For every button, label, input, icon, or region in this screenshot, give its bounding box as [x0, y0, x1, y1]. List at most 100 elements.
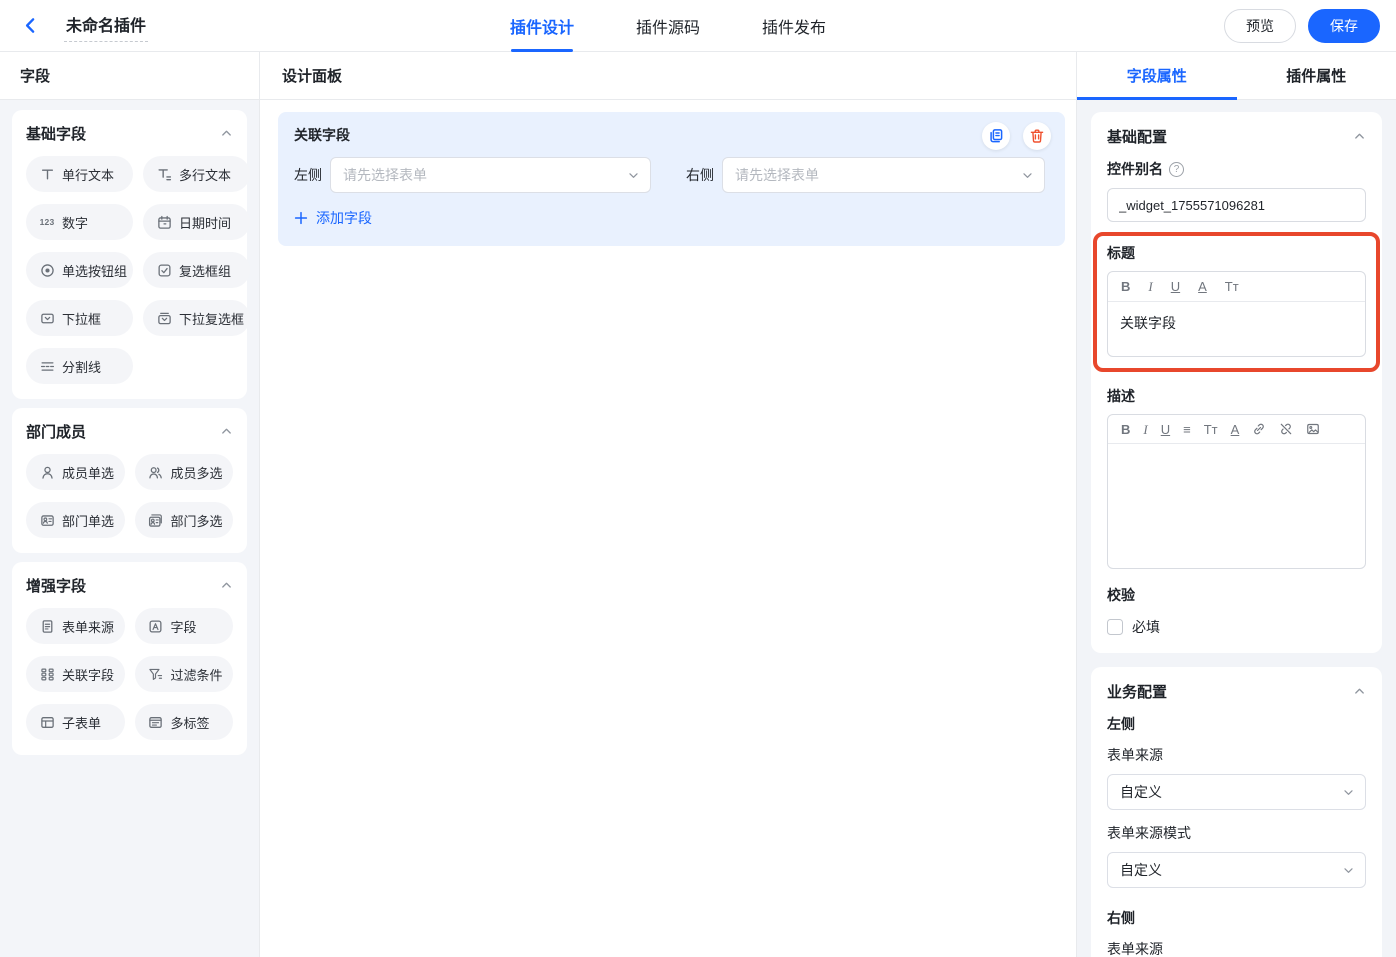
member-multi-icon — [148, 465, 164, 480]
preview-button[interactable]: 预览 — [1224, 8, 1296, 43]
field-item-single-line-text[interactable]: 单行文本 — [26, 156, 134, 192]
group-department-members: 部门成员 成员单选 成员多选 部门单选 部门多选 — [12, 408, 247, 553]
tab-field-properties[interactable]: 字段属性 — [1077, 52, 1237, 100]
datetime-icon — [156, 215, 172, 230]
group-enhanced-fields: 增强字段 表单来源 字段 关联字段 过滤条件 子表单 多标签 — [12, 562, 247, 755]
right-form-select[interactable]: 请先选择表单 — [722, 157, 1045, 193]
font-color-icon[interactable]: A — [1231, 422, 1240, 438]
field-item-dept-multi[interactable]: 部门多选 — [134, 502, 233, 538]
font-color-icon[interactable]: A — [1198, 279, 1207, 295]
business-config-toggle[interactable]: 业务配置 — [1107, 681, 1366, 702]
required-checkbox[interactable] — [1107, 619, 1123, 636]
left-form-source-select[interactable]: 自定义 — [1107, 774, 1366, 811]
back-button[interactable] — [12, 8, 48, 44]
widget-card-related-field[interactable]: 关联字段 左侧 请先选择表单 右侧 请先选择表单 添加字段 — [278, 112, 1065, 246]
font-size-icon[interactable]: Tт — [1225, 279, 1239, 295]
field-item-member-multi[interactable]: 成员多选 — [134, 454, 233, 490]
chevron-down-icon — [1342, 786, 1355, 799]
chevron-up-icon — [220, 127, 233, 140]
description-editor-content[interactable] — [1108, 444, 1365, 568]
left-form-select[interactable]: 请先选择表单 — [330, 157, 651, 193]
right-side-label: 右侧 — [686, 167, 714, 183]
left-form-source-mode-select[interactable]: 自定义 — [1107, 852, 1366, 889]
field-item-related-field[interactable]: 关联字段 — [26, 656, 125, 692]
number-icon: 123 — [39, 217, 55, 227]
tab-plugin-source[interactable]: 插件源码 — [636, 0, 700, 52]
underline-icon[interactable]: U — [1161, 422, 1170, 438]
field-item-divider[interactable]: 分割线 — [26, 348, 134, 384]
field-icon — [148, 619, 164, 634]
field-item-radio-group[interactable]: 单选按钮组 — [26, 252, 134, 288]
subform-icon — [39, 715, 55, 730]
multi-tag-icon — [148, 715, 164, 730]
unlink-icon[interactable] — [1279, 422, 1293, 436]
align-icon[interactable]: ≡ — [1183, 422, 1191, 438]
design-canvas: 设计面板 关联字段 左侧 请先选择表单 右侧 请先选择表单 添加字段 — [260, 52, 1076, 957]
plugin-title[interactable]: 未命名插件 — [64, 10, 149, 42]
field-item-filter-condition[interactable]: 过滤条件 — [134, 656, 233, 692]
required-checkbox-row[interactable]: 必填 — [1107, 617, 1366, 637]
field-item-subform[interactable]: 子表单 — [26, 704, 125, 740]
field-item-field[interactable]: 字段 — [134, 608, 233, 644]
dropdown-multi-icon — [156, 311, 172, 326]
chevron-down-icon — [1021, 169, 1034, 182]
field-item-dropdown[interactable]: 下拉框 — [26, 300, 134, 336]
copy-widget-button[interactable] — [982, 122, 1010, 150]
italic-icon[interactable]: I — [1148, 279, 1152, 295]
save-button[interactable]: 保存 — [1308, 8, 1380, 43]
bold-icon[interactable]: B — [1121, 279, 1130, 295]
validation-label: 校验 — [1107, 587, 1135, 604]
chevron-down-icon — [627, 169, 640, 182]
link-icon[interactable] — [1252, 422, 1266, 436]
tab-plugin-design[interactable]: 插件设计 — [510, 0, 574, 52]
radio-group-icon — [39, 263, 55, 278]
copy-icon — [988, 128, 1004, 144]
title-editor-content[interactable]: 关联字段 — [1108, 302, 1365, 356]
left-section-label: 左侧 — [1107, 716, 1135, 733]
tab-plugin-properties[interactable]: 插件属性 — [1237, 52, 1396, 99]
member-single-icon — [39, 465, 55, 480]
group-title: 增强字段 — [26, 578, 87, 595]
properties-panel: 字段属性 插件属性 基础配置 控件别名 ? 标题 — [1076, 52, 1396, 957]
alias-input[interactable] — [1107, 188, 1366, 222]
underline-icon[interactable]: U — [1171, 279, 1180, 295]
bold-icon[interactable]: B — [1121, 422, 1130, 438]
multi-line-text-icon — [156, 167, 172, 182]
chevron-up-icon — [220, 579, 233, 592]
field-item-form-source[interactable]: 表单来源 — [26, 608, 125, 644]
annotation-highlight: 标题 B I U A Tт 关联字段 — [1093, 232, 1380, 372]
related-field-icon — [39, 667, 55, 682]
top-tabs: 插件设计 插件源码 插件发布 — [510, 0, 826, 52]
dropdown-icon — [39, 311, 55, 326]
group-enhanced-fields-toggle[interactable]: 增强字段 — [26, 575, 233, 596]
add-field-button[interactable]: 添加字段 — [294, 208, 372, 228]
form-source-label: 表单来源 — [1107, 941, 1163, 957]
widget-title: 关联字段 — [294, 127, 350, 143]
italic-icon[interactable]: I — [1143, 422, 1147, 438]
form-source-label: 表单来源 — [1107, 747, 1163, 764]
field-item-member-single[interactable]: 成员单选 — [26, 454, 125, 490]
group-basic-fields-toggle[interactable]: 基础字段 — [26, 123, 233, 144]
tab-plugin-publish[interactable]: 插件发布 — [762, 0, 826, 52]
business-config-card: 业务配置 左侧 表单来源 自定义 表单来源模式 自定义 右侧 表单来源 — [1091, 667, 1382, 957]
field-item-number[interactable]: 123 数字 — [26, 204, 134, 240]
help-icon[interactable]: ? — [1169, 161, 1184, 177]
basic-config-toggle[interactable]: 基础配置 — [1107, 126, 1366, 147]
dept-single-icon — [39, 513, 55, 528]
font-size-icon[interactable]: Tт — [1204, 422, 1218, 438]
fields-panel: 字段 基础字段 单行文本 多行文本 123 数字 日期时间 单选按钮组 复选框组… — [0, 52, 260, 957]
field-item-multi-line-text[interactable]: 多行文本 — [143, 156, 251, 192]
field-item-datetime[interactable]: 日期时间 — [143, 204, 251, 240]
title-editor: B I U A Tт 关联字段 — [1107, 271, 1366, 357]
form-source-mode-label: 表单来源模式 — [1107, 825, 1191, 842]
field-item-dropdown-multi[interactable]: 下拉复选框 — [143, 300, 251, 336]
image-icon[interactable] — [1306, 422, 1320, 436]
field-item-multi-tag[interactable]: 多标签 — [134, 704, 233, 740]
field-item-dept-single[interactable]: 部门单选 — [26, 502, 125, 538]
delete-widget-button[interactable] — [1023, 122, 1051, 150]
field-item-checkbox-group[interactable]: 复选框组 — [143, 252, 251, 288]
group-basic-fields: 基础字段 单行文本 多行文本 123 数字 日期时间 单选按钮组 复选框组 下拉… — [12, 110, 251, 399]
group-department-members-toggle[interactable]: 部门成员 — [26, 421, 233, 442]
chevron-down-icon — [1342, 864, 1355, 877]
checkbox-group-icon — [156, 263, 172, 278]
